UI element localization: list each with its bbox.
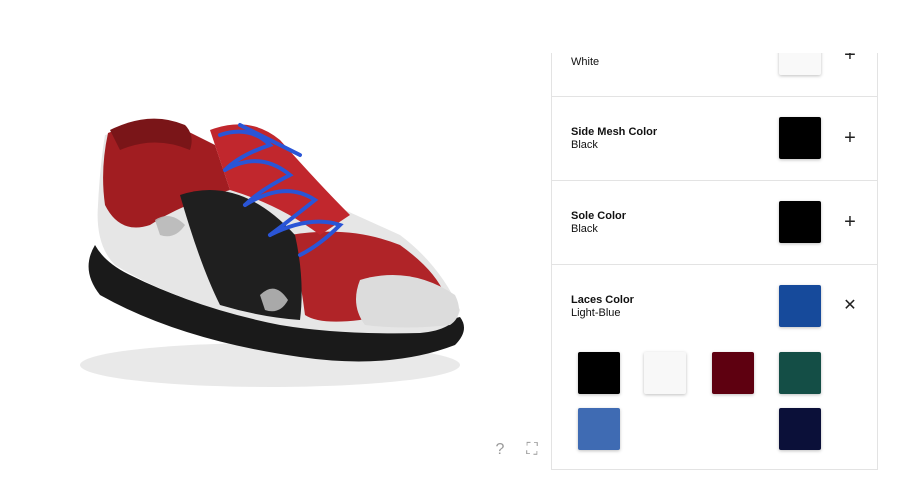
color-swatch-grid — [578, 352, 838, 452]
swatch-black[interactable] — [578, 352, 620, 394]
close-icon[interactable]: ✕ — [842, 298, 858, 314]
option-value: Black — [571, 139, 598, 151]
swatch-light-blue[interactable] — [578, 408, 620, 450]
customization-panel: White + Side Mesh Color Black + Sole Col… — [551, 53, 878, 470]
option-value: White — [571, 56, 600, 68]
option-label: Laces Color — [571, 294, 634, 306]
option-label: Side Mesh Color — [571, 126, 658, 138]
option-swatch[interactable] — [779, 201, 821, 243]
option-swatch[interactable] — [779, 53, 821, 75]
swatch-burgundy[interactable] — [712, 352, 754, 394]
help-icon[interactable]: ? — [490, 440, 510, 460]
product-viewer[interactable]: ? ⛶ — [0, 0, 548, 493]
option-side-mesh-color[interactable]: Side Mesh Color Black + — [551, 97, 878, 181]
fullscreen-icon[interactable]: ⛶ — [522, 440, 542, 460]
option-upper-color[interactable]: White + — [551, 53, 878, 97]
shoe-model-image[interactable] — [60, 95, 480, 415]
option-sole-color[interactable]: Sole Color Black + — [551, 181, 878, 265]
expand-icon[interactable]: + — [842, 128, 858, 148]
option-label: Sole Color — [571, 210, 627, 222]
swatch-teal[interactable] — [779, 352, 821, 394]
swatch-white[interactable] — [644, 352, 686, 394]
option-laces-color[interactable]: Laces Color Light-Blue ✕ — [551, 265, 878, 470]
option-swatch[interactable] — [779, 285, 821, 327]
expand-icon[interactable]: + — [842, 53, 858, 65]
swatch-navy[interactable] — [779, 408, 821, 450]
option-swatch[interactable] — [779, 117, 821, 159]
option-value: Light-Blue — [571, 307, 621, 319]
expand-icon[interactable]: + — [842, 212, 858, 232]
option-value: Black — [571, 223, 598, 235]
